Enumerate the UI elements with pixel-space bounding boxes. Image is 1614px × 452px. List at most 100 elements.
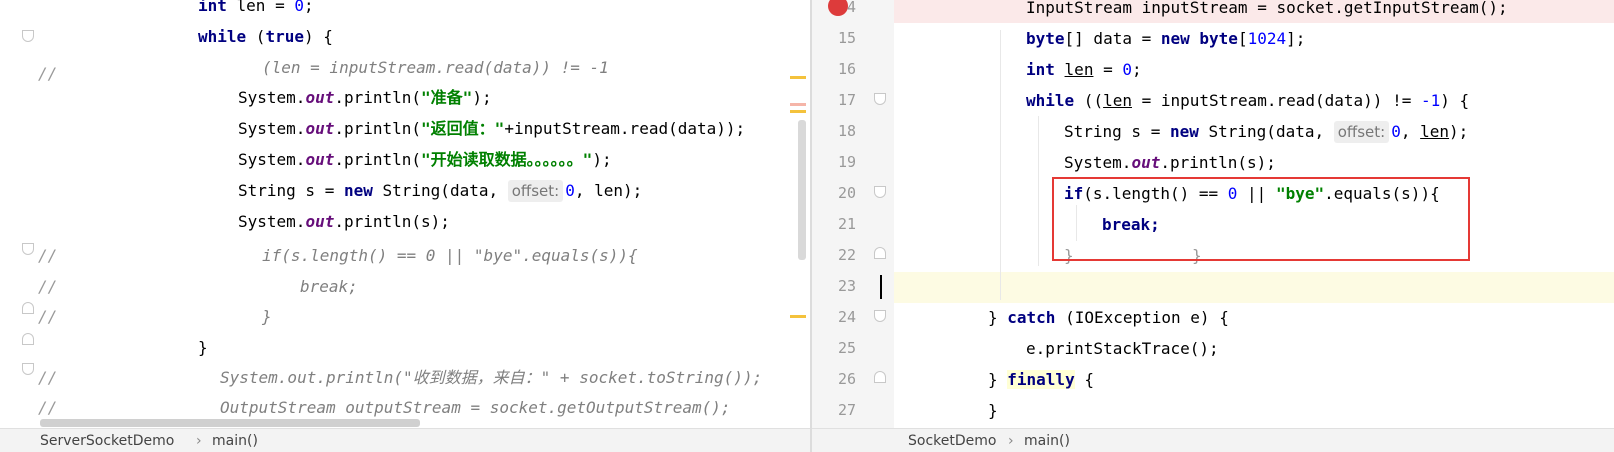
code-text: .println(s); <box>1160 153 1276 172</box>
code-text: ; <box>303 0 314 15</box>
field-ref: out <box>305 119 335 138</box>
string-literal: "准备" <box>421 88 473 107</box>
keyword: new <box>1169 122 1199 141</box>
caret-row-highlight <box>894 272 1614 303</box>
code-text: +inputStream.read(data)); <box>504 119 746 138</box>
warning-marker[interactable] <box>790 110 806 113</box>
code-line[interactable]: } catch (IOException e) { <box>812 302 1614 333</box>
code-text: System. <box>238 212 306 231</box>
number-literal: 0 <box>1122 60 1132 79</box>
keyword: catch <box>1007 308 1056 327</box>
code-text: len = <box>226 0 295 15</box>
keyword: byte <box>1026 29 1065 48</box>
keyword: new <box>1160 29 1190 48</box>
number-literal: 0 <box>1391 122 1401 141</box>
change-marker[interactable] <box>790 103 806 106</box>
code-text: } <box>988 401 998 420</box>
code-text: ) { <box>303 27 333 46</box>
code-text: .println( <box>334 119 422 138</box>
code-text: System. <box>1064 153 1132 172</box>
left-editor-pane[interactable]: // // // // // // int len = 0; while (tr… <box>0 0 810 452</box>
code-text: , <box>1400 122 1421 141</box>
code-line[interactable]: byte[] data = new byte[1024]; <box>812 23 1614 54</box>
code-text: = <box>1093 60 1123 79</box>
variable-ref: len <box>1420 122 1450 141</box>
keyword: new <box>343 181 373 200</box>
code-line[interactable]: InputStream inputStream = socket.getInpu… <box>812 0 1614 23</box>
number-literal: 0 <box>294 0 304 15</box>
code-line[interactable]: (len = inputStream.read(data)) != -1 <box>0 52 810 83</box>
code-line[interactable]: } <box>812 395 1614 426</box>
highlight-annotation-box <box>1052 177 1470 261</box>
warning-marker[interactable] <box>790 315 806 318</box>
vertical-scrollbar[interactable] <box>798 120 806 260</box>
breadcrumb-method[interactable]: main() <box>1024 429 1070 452</box>
code-line[interactable]: int len = 0; <box>812 54 1614 85</box>
code-text: System. <box>238 150 306 169</box>
horizontal-scrollbar[interactable] <box>40 419 420 427</box>
parameter-hint: offset: <box>507 180 564 202</box>
code-line[interactable]: System.out.println("收到数据，来自：" + socket.t… <box>0 362 810 393</box>
keyword: int <box>1026 60 1055 79</box>
code-text: ); <box>592 150 612 169</box>
code-line[interactable]: System.out.println("返回值："+inputStream.re… <box>0 113 810 144</box>
code-text: System. <box>238 119 306 138</box>
string-literal: "返回值：" <box>421 119 505 138</box>
code-line[interactable]: String s = new String(data, offset: 0, le… <box>0 175 810 206</box>
code-line[interactable]: while (true) { <box>0 21 810 52</box>
code-text: ]; <box>1286 29 1306 48</box>
variable-ref: len <box>1103 91 1132 110</box>
breadcrumb-method[interactable]: main() <box>212 429 258 452</box>
breadcrumb-class[interactable]: ServerSocketDemo <box>40 429 174 452</box>
field-ref: out <box>305 212 335 231</box>
code-text: } <box>988 308 1008 327</box>
breadcrumb-class[interactable]: SocketDemo <box>908 429 996 452</box>
code-text: .println( <box>334 150 422 169</box>
code-text: (IOException e) { <box>1055 308 1229 327</box>
code-text: = inputStream.read(data)) != <box>1131 91 1421 110</box>
code-line[interactable]: String s = new String(data, offset: 0, le… <box>812 116 1614 147</box>
keyword: true <box>265 27 304 46</box>
keyword: finally <box>1007 370 1075 389</box>
code-text: [ <box>1237 29 1248 48</box>
code-text: ); <box>1449 122 1469 141</box>
text-caret <box>880 275 882 299</box>
code-line[interactable]: int len = 0; <box>0 0 810 21</box>
code-text: ) { <box>1440 91 1470 110</box>
code-text: e.printStackTrace(); <box>1026 339 1219 358</box>
field-ref: out <box>1131 153 1161 172</box>
parameter-hint: offset: <box>1333 121 1390 143</box>
code-line[interactable]: System.out.println("开始读取数据。。。。。。"); <box>0 144 810 175</box>
chevron-right-icon: › <box>196 433 202 449</box>
warning-marker[interactable] <box>790 76 806 79</box>
code-line[interactable]: } finally { <box>812 364 1614 395</box>
code-line[interactable]: System.out.println("准备"); <box>0 82 810 113</box>
comment-text: System.out.println("收到数据，来自：" + socket.t… <box>220 368 763 387</box>
code-text: [] data = <box>1064 29 1161 48</box>
number-literal: 0 <box>565 181 575 200</box>
code-line[interactable]: } <box>0 301 810 332</box>
code-line[interactable]: System.out.println(s); <box>0 206 810 237</box>
comment-text: break; <box>300 277 358 296</box>
code-line[interactable]: break; <box>0 271 810 302</box>
code-text: System. <box>238 88 306 107</box>
keyword: byte <box>1199 29 1238 48</box>
code-text: , len); <box>574 181 643 200</box>
number-literal: -1 <box>1420 91 1441 110</box>
number-literal: 1024 <box>1247 29 1287 48</box>
code-line[interactable]: e.printStackTrace(); <box>812 333 1614 364</box>
string-literal: "开始读取数据。。。。。。" <box>421 150 593 169</box>
code-line[interactable]: if(s.length() == 0 || "bye".equals(s)){ <box>0 240 810 271</box>
code-text: String(data, <box>1198 122 1334 141</box>
code-text: } <box>198 338 208 357</box>
code-text: .println( <box>334 88 422 107</box>
code-line[interactable]: System.out.println(s); <box>812 147 1614 178</box>
comment-text: if(s.length() == 0 || "bye".equals(s)){ <box>262 246 638 265</box>
code-line[interactable]: while ((len = inputStream.read(data)) !=… <box>812 85 1614 116</box>
keyword: while <box>198 27 247 46</box>
code-line[interactable]: } <box>0 332 810 363</box>
code-text: (( <box>1074 91 1104 110</box>
breadcrumb: SocketDemo › main() <box>812 428 1614 452</box>
